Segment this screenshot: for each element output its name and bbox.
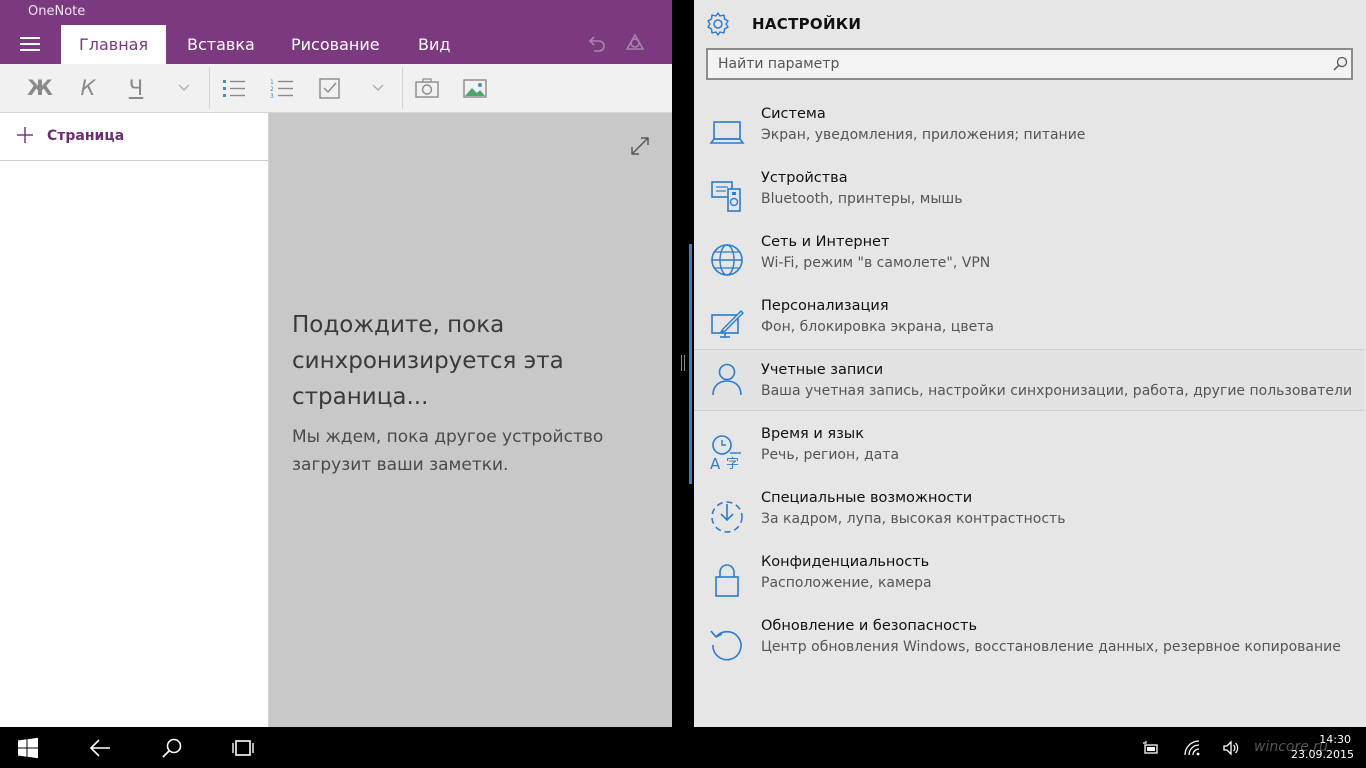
settings-item-accounts[interactable]: Учетные записи Ваша учетная запись, наст… <box>694 349 1364 411</box>
tab-home[interactable]: Главная <box>61 25 167 64</box>
settings-item-name: Система <box>761 106 826 122</box>
settings-item-name: Специальные возможности <box>761 490 973 506</box>
personalization-icon <box>711 310 744 338</box>
snap-divider[interactable] <box>672 0 694 727</box>
settings-item-ease-of-access[interactable]: Специальные возможности За кадром, лупа,… <box>694 487 1364 549</box>
settings-item-name: Сеть и Интернет <box>761 234 890 250</box>
settings-item-devices[interactable]: Устройства Bluetooth, принтеры, мышь <box>694 167 1364 229</box>
settings-item-update-security[interactable]: Обновление и безопасность Центр обновлен… <box>694 615 1364 677</box>
settings-item-desc: Экран, уведомления, приложения; питание <box>761 127 1086 143</box>
onenote-header: OneNote Главная Вставка Рисование Вид <box>0 0 672 64</box>
settings-item-system[interactable]: Система Экран, уведомления, приложения; … <box>694 103 1364 165</box>
undo-icon[interactable] <box>585 32 607 54</box>
settings-window: НАСТРОЙКИ Система Экран, уведомления, пр… <box>694 0 1366 727</box>
app-title: OneNote <box>28 4 86 19</box>
settings-item-desc: Речь, регион, дата <box>761 447 900 463</box>
laptop-icon <box>709 121 745 144</box>
sync-message-subtitle: Мы ждем, пока другое устройство загрузит… <box>292 427 604 475</box>
wifi-icon[interactable] <box>1183 739 1201 757</box>
divider-handle[interactable] <box>681 355 685 371</box>
svg-text:A: A <box>710 455 721 471</box>
list-more-button[interactable] <box>354 64 402 112</box>
gear-icon <box>707 12 729 36</box>
volume-icon[interactable] <box>1222 739 1240 757</box>
italic-button[interactable]: К <box>64 64 112 112</box>
lock-icon <box>715 564 739 597</box>
chevron-down-icon <box>178 84 190 91</box>
note-canvas[interactable]: Подождите, пока синхронизируется эта стр… <box>269 113 672 727</box>
settings-title: НАСТРОЙКИ <box>752 15 862 33</box>
bullet-list-button[interactable] <box>210 64 258 112</box>
search-box[interactable] <box>706 48 1353 80</box>
svg-text:1: 1 <box>270 79 274 86</box>
add-page-button[interactable]: Страница <box>0 113 268 161</box>
underline-button[interactable]: Ч <box>112 64 160 112</box>
format-more-button[interactable] <box>160 64 208 112</box>
settings-item-name: Обновление и безопасность <box>761 618 978 634</box>
settings-item-desc: Wi-Fi, режим "в самолете", VPN <box>761 255 991 271</box>
task-view-icon[interactable] <box>232 737 254 759</box>
clock-date[interactable]: 23.09.2015 <box>1290 748 1354 761</box>
devices-icon <box>711 181 741 212</box>
tab-draw[interactable]: Рисование <box>273 25 398 64</box>
checkbox-button[interactable] <box>306 64 354 112</box>
clock-time[interactable]: 14:30 <box>1301 733 1351 746</box>
tab-view[interactable]: Вид <box>400 25 468 64</box>
search-input[interactable] <box>708 50 1308 78</box>
settings-item-name: Персонализация <box>761 298 889 314</box>
globe-icon <box>711 244 743 276</box>
onenote-window: OneNote Главная Вставка Рисование Вид Ж … <box>0 0 672 727</box>
bold-button[interactable]: Ж <box>16 64 64 112</box>
camera-icon <box>415 78 439 98</box>
svg-text:字: 字 <box>726 457 739 471</box>
search-icon[interactable] <box>1332 56 1348 72</box>
back-arrow-icon[interactable] <box>89 737 111 759</box>
settings-item-network[interactable]: Сеть и Интернет Wi-Fi, режим "в самолете… <box>694 231 1364 293</box>
settings-item-name: Учетные записи <box>761 362 884 378</box>
picture-icon <box>463 79 487 98</box>
update-icon <box>710 630 742 661</box>
settings-item-desc: Bluetooth, принтеры, мышь <box>761 191 963 207</box>
windows-start-icon[interactable] <box>17 737 39 759</box>
settings-item-time-language[interactable]: A 字 Время и язык Речь, регион, дата <box>694 423 1364 485</box>
settings-item-name: Время и язык <box>761 426 865 442</box>
ribbon-toolbar: Ж К Ч 1 2 3 <box>0 64 672 113</box>
battery-icon[interactable] <box>1142 739 1160 757</box>
settings-item-desc: За кадром, лупа, высокая контрастность <box>761 511 1066 527</box>
expand-icon[interactable] <box>629 135 651 157</box>
checkbox-icon <box>319 78 340 99</box>
sync-message-title: Подождите, пока синхронизируется эта стр… <box>292 312 564 410</box>
page-list-pane: Страница <box>0 113 269 727</box>
picture-button[interactable] <box>451 64 499 112</box>
settings-item-desc: Центр обновления Windows, восстановление… <box>761 639 1341 655</box>
settings-item-desc: Ваша учетная запись, настройки синхрониз… <box>761 383 1353 399</box>
bullet-list-icon <box>223 80 245 97</box>
time-language-icon: A 字 <box>710 435 741 471</box>
chevron-down-icon <box>372 84 384 91</box>
numbered-list-button[interactable]: 1 2 3 <box>258 64 306 112</box>
settings-item-desc: Фон, блокировка экрана, цвета <box>761 319 994 335</box>
settings-item-name: Конфиденциальность <box>761 554 930 570</box>
settings-item-name: Устройства <box>761 170 848 186</box>
taskbar: wincore.ru 14:30 23.09.2015 <box>0 727 1366 768</box>
scrollbar-indicator <box>689 244 692 484</box>
hamburger-menu-icon[interactable] <box>20 36 42 52</box>
tab-insert[interactable]: Вставка <box>169 25 273 64</box>
add-page-label: Страница <box>47 128 125 144</box>
camera-button[interactable] <box>403 64 451 112</box>
person-icon <box>712 363 742 396</box>
search-icon[interactable] <box>161 737 183 759</box>
numbered-list-icon: 1 2 3 <box>270 79 293 98</box>
plus-icon <box>17 127 33 143</box>
settings-item-desc: Расположение, камера <box>761 575 932 591</box>
svg-text:2: 2 <box>270 86 274 93</box>
svg-text:3: 3 <box>270 93 274 98</box>
settings-item-privacy[interactable]: Конфиденциальность Расположение, камера <box>694 551 1364 613</box>
sync-icon[interactable] <box>624 32 646 54</box>
settings-item-personalization[interactable]: Персонализация Фон, блокировка экрана, ц… <box>694 295 1364 357</box>
ease-of-access-icon <box>711 501 743 533</box>
